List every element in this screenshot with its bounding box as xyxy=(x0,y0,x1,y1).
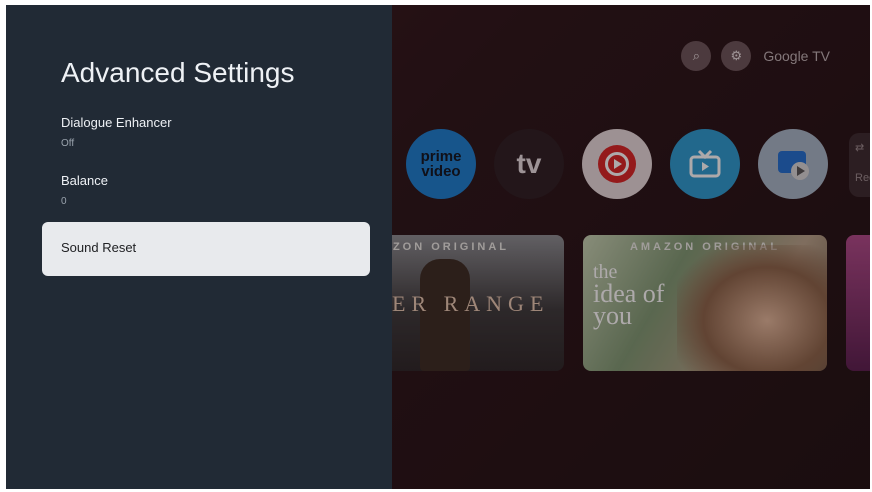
item-value: Off xyxy=(61,138,75,149)
item-label: Dialogue Enhancer xyxy=(61,115,172,130)
item-label: Sound Reset xyxy=(61,240,137,255)
item-value: 0 xyxy=(61,196,67,207)
dialogue-enhancer-item[interactable]: Dialogue Enhancer Off xyxy=(61,115,351,149)
item-label: Balance xyxy=(61,173,108,188)
balance-item[interactable]: Balance 0 xyxy=(61,173,351,207)
settings-panel: Advanced Settings Dialogue Enhancer Off … xyxy=(6,5,392,489)
tv-screen: ⌕ ⚙ Google TV prime video tv ⇄ Re AZON O… xyxy=(6,5,870,489)
panel-title: Advanced Settings xyxy=(61,57,295,88)
sound-reset-item[interactable]: Sound Reset xyxy=(42,222,370,276)
